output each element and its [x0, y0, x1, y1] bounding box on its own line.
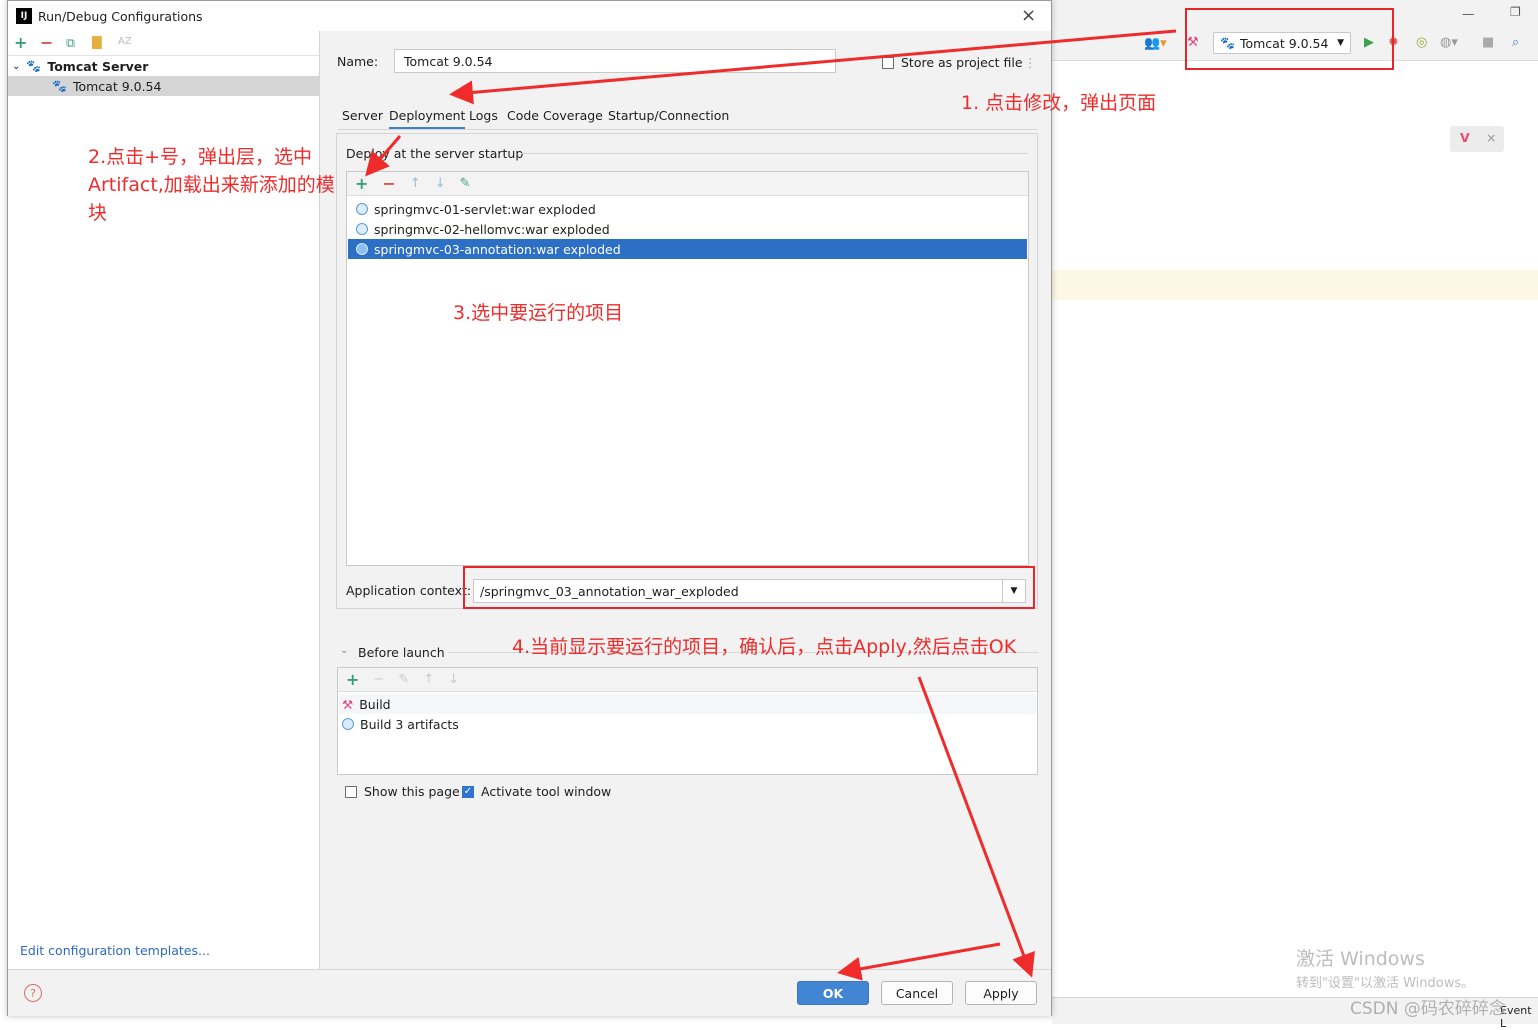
arrow-to-apply — [917, 676, 1035, 978]
arrow-to-deployment-tab — [449, 29, 1177, 105]
annotation-arrows — [365, 29, 1177, 981]
arrow-to-add-button — [365, 135, 402, 177]
arrow-to-ok — [837, 942, 1001, 981]
